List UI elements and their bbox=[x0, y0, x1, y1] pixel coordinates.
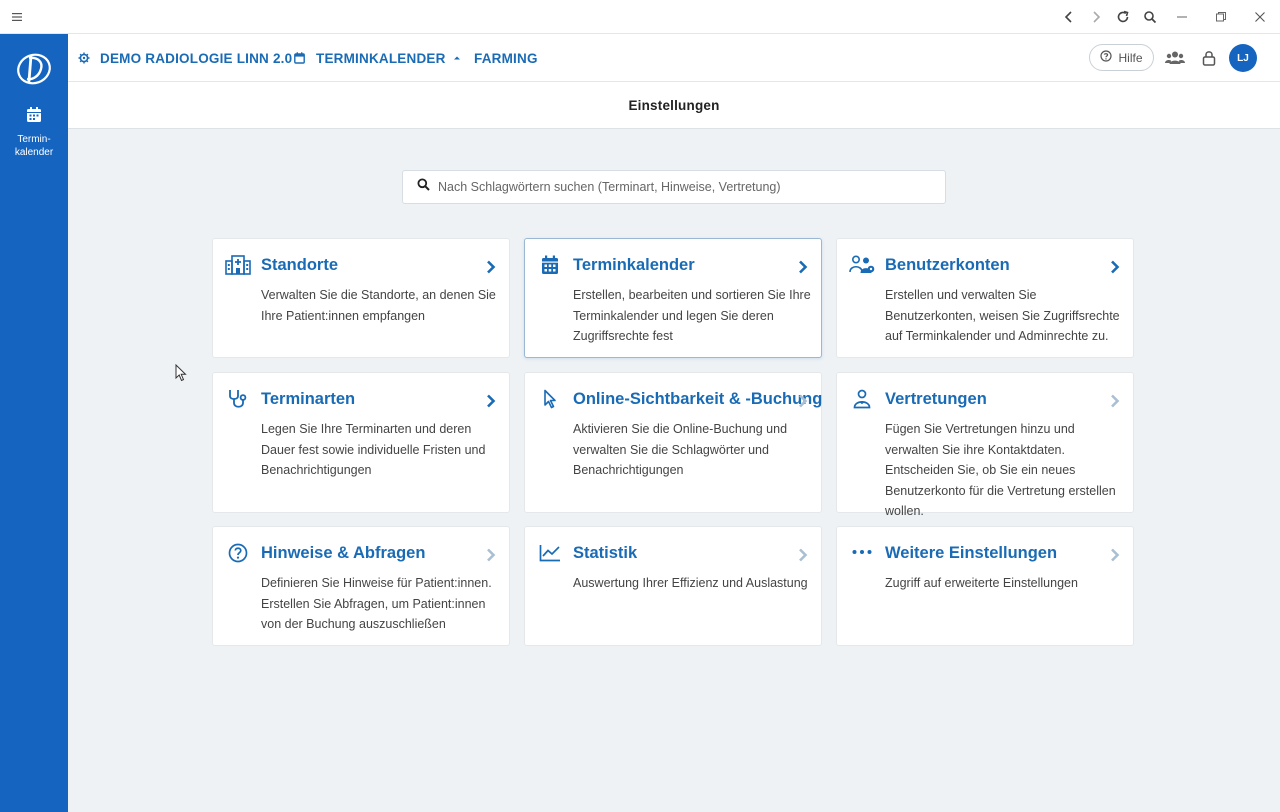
card-terminkalender[interactable]: Terminkalender Erstellen, bearbeiten und… bbox=[524, 238, 822, 358]
chevron-right-icon bbox=[487, 548, 496, 562]
cursor-icon bbox=[537, 387, 563, 411]
sidebar: Termin- kalender bbox=[0, 34, 68, 812]
card-title: Standorte bbox=[261, 256, 339, 274]
chevron-right-icon bbox=[799, 394, 808, 408]
line-chart-icon bbox=[537, 541, 563, 565]
card-terminarten[interactable]: Terminarten Legen Sie Ihre Terminarten u… bbox=[212, 372, 510, 513]
chevron-right-icon bbox=[487, 260, 496, 274]
card-title: Terminarten bbox=[261, 390, 356, 408]
card-benutzerkonten[interactable]: Benutzerkonten Erstellen und verwalten S… bbox=[836, 238, 1134, 358]
card-title: Hinweise & Abfragen bbox=[261, 544, 426, 562]
back-icon[interactable] bbox=[1058, 6, 1080, 28]
calendar-icon bbox=[294, 52, 306, 64]
zoom-icon[interactable] bbox=[1139, 6, 1161, 28]
calendar-icon bbox=[537, 253, 563, 277]
breadcrumb-practice[interactable]: DEMO RADIOLOGIE LINN 2.0 bbox=[78, 34, 292, 82]
card-description: Definieren Sie Hinweise für Patient:inne… bbox=[261, 576, 492, 631]
search-input[interactable] bbox=[438, 180, 918, 194]
help-icon bbox=[1100, 50, 1118, 65]
chevron-right-icon bbox=[1111, 394, 1120, 408]
card-title: Benutzerkonten bbox=[885, 256, 1010, 274]
calendar-icon bbox=[26, 106, 42, 128]
lock-icon[interactable] bbox=[1197, 46, 1221, 70]
chevron-right-icon bbox=[1111, 260, 1120, 274]
card-standorte[interactable]: Standorte Verwalten Sie die Standorte, a… bbox=[212, 238, 510, 358]
search-icon bbox=[417, 178, 430, 196]
card-statistik[interactable]: Statistik Auswertung Ihrer Effizienz und… bbox=[524, 526, 822, 646]
card-weitere-einstellungen[interactable]: Weitere Einstellungen Zugriff auf erweit… bbox=[836, 526, 1134, 646]
minimize-icon[interactable] bbox=[1171, 6, 1193, 28]
card-title: Online-Sichtbarkeit & -Buchung bbox=[573, 390, 823, 408]
breadcrumb-farming[interactable]: FARMING bbox=[452, 34, 538, 82]
card-title: Weitere Einstellungen bbox=[885, 544, 1058, 562]
card-title: Vertretungen bbox=[885, 390, 987, 408]
team-icon[interactable] bbox=[1163, 46, 1187, 70]
hospital-icon bbox=[225, 253, 251, 277]
card-description: Aktivieren Sie die Online-Buchung und ve… bbox=[573, 422, 788, 477]
chevron-right-icon bbox=[1111, 548, 1120, 562]
card-hinweise-abfragen[interactable]: Hinweise & Abfragen Definieren Sie Hinwe… bbox=[212, 526, 510, 646]
chevron-right-icon bbox=[799, 260, 808, 274]
chevron-right-icon bbox=[799, 548, 808, 562]
chevron-right-icon bbox=[487, 394, 496, 408]
card-vertretungen[interactable]: Vertretungen Fügen Sie Vertretungen hinz… bbox=[836, 372, 1134, 518]
hamburger-icon[interactable] bbox=[10, 9, 24, 25]
person-icon bbox=[849, 387, 875, 411]
card-title: Statistik bbox=[573, 544, 638, 562]
card-description: Verwalten Sie die Standorte, an denen Si… bbox=[261, 288, 496, 323]
card-online-sichtbarkeit[interactable]: Online-Sichtbarkeit & -Buchung Aktiviere… bbox=[524, 372, 822, 513]
card-description: Auswertung Ihrer Effizienz und Auslastun… bbox=[573, 576, 808, 590]
card-description: Erstellen und verwalten Sie Benutzerkont… bbox=[885, 288, 1120, 343]
question-icon bbox=[225, 541, 251, 565]
page-title: Einstellungen bbox=[628, 97, 720, 113]
window-titlebar bbox=[0, 0, 1280, 34]
card-description: Zugriff auf erweiterte Einstellungen bbox=[885, 576, 1078, 590]
app-logo[interactable] bbox=[14, 48, 54, 88]
search-field[interactable] bbox=[402, 170, 946, 204]
card-description: Legen Sie Ihre Terminarten und deren Dau… bbox=[261, 422, 486, 477]
restore-icon[interactable] bbox=[1210, 6, 1232, 28]
forward-icon[interactable] bbox=[1085, 6, 1107, 28]
stethoscope-icon bbox=[225, 387, 251, 411]
mouse-cursor-icon bbox=[175, 364, 187, 382]
reload-icon[interactable] bbox=[1112, 6, 1134, 28]
card-title: Terminkalender bbox=[573, 256, 695, 274]
close-icon[interactable] bbox=[1249, 6, 1271, 28]
top-header: DEMO RADIOLOGIE LINN 2.0 TERMINKALENDER … bbox=[68, 34, 1280, 82]
card-description: Erstellen, bearbeiten und sortieren Sie … bbox=[573, 288, 811, 343]
card-description: Fügen Sie Vertretungen hinzu und verwalt… bbox=[885, 422, 1116, 518]
chevron-up-icon bbox=[452, 52, 464, 64]
gear-icon bbox=[78, 52, 90, 64]
sidebar-item-terminkalender[interactable]: Termin- kalender bbox=[0, 106, 68, 162]
users-icon bbox=[849, 253, 875, 277]
avatar[interactable]: LJ bbox=[1229, 44, 1257, 72]
help-button[interactable]: Hilfe bbox=[1089, 44, 1154, 71]
page-title-bar: Einstellungen bbox=[68, 82, 1280, 129]
sidebar-item-label: Termin- kalender bbox=[14, 134, 54, 158]
more-dots-icon bbox=[849, 541, 875, 565]
breadcrumb-terminkalender[interactable]: TERMINKALENDER bbox=[294, 34, 446, 82]
